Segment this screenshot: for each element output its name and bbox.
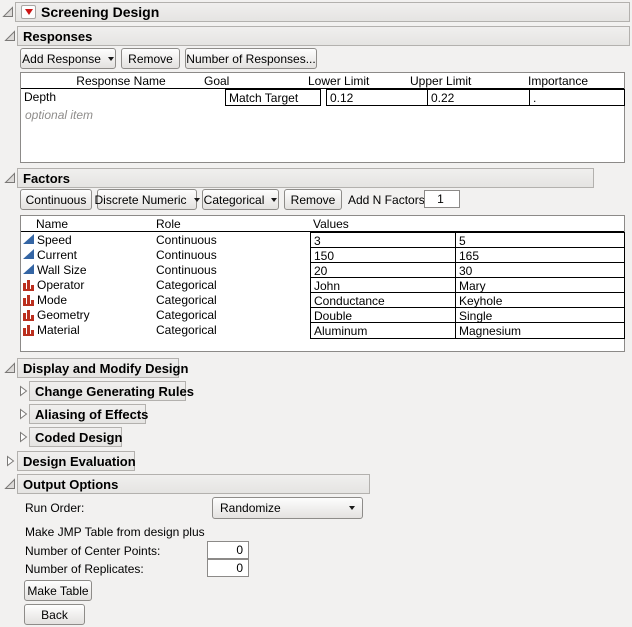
disclosure-expanded-icon[interactable] — [4, 478, 16, 490]
categorical-button-label: Categorical — [204, 193, 265, 207]
add-response-label: Add Response — [22, 52, 101, 66]
center-points-label: Number of Center Points: — [25, 544, 160, 558]
chevron-down-icon — [349, 506, 355, 510]
factors-table-header: Name Role Values — [21, 216, 624, 232]
continuous-button-label: Continuous — [26, 193, 87, 207]
make-jmp-table-label: Make JMP Table from design plus — [25, 525, 205, 539]
col-name: Name — [36, 217, 68, 231]
run-order-label: Run Order: — [25, 501, 84, 515]
center-points-input[interactable] — [207, 541, 249, 559]
continuous-factor-button[interactable]: Continuous — [20, 189, 92, 210]
display-modify-label: Display and Modify Design — [23, 361, 188, 376]
discrete-numeric-button[interactable]: Discrete Numeric — [97, 189, 197, 210]
disclosure-collapsed-icon[interactable] — [17, 408, 29, 420]
outline-header-change-generating-rules[interactable]: Change Generating Rules — [29, 381, 186, 401]
number-of-responses-button[interactable]: Number of Responses... — [185, 48, 317, 69]
response-goal-cell[interactable]: Match Target — [225, 89, 321, 106]
disclosure-expanded-icon[interactable] — [4, 362, 16, 374]
number-of-responses-label: Number of Responses... — [186, 52, 315, 66]
response-importance-cell[interactable]: . — [529, 89, 625, 106]
discrete-numeric-label: Discrete Numeric — [95, 193, 187, 207]
response-name-cell[interactable]: Depth — [21, 89, 221, 106]
categorical-factor-button[interactable]: Categorical — [202, 189, 279, 210]
disclosure-expanded-icon[interactable] — [2, 6, 14, 18]
remove-response-button[interactable]: Remove — [121, 48, 180, 69]
outline-header-aliasing-of-effects[interactable]: Aliasing of Effects — [29, 404, 146, 424]
outline-header-design-evaluation[interactable]: Design Evaluation — [17, 451, 135, 471]
responses-header-label: Responses — [23, 29, 92, 44]
col-goal: Goal — [204, 74, 229, 88]
chevron-down-icon — [271, 198, 277, 202]
replicates-input[interactable] — [207, 559, 249, 577]
col-values: Values — [313, 217, 349, 231]
responses-table-header: Response Name Goal Lower Limit Upper Lim… — [21, 73, 624, 89]
factor-value2-cell[interactable]: Magnesium — [455, 322, 625, 339]
factor-value1-cell[interactable]: Aluminum — [310, 322, 456, 339]
outline-header-factors[interactable]: Factors — [17, 168, 594, 188]
back-button[interactable]: Back — [24, 604, 85, 625]
response-row: Depth Match Target 0.12 0.22 . — [21, 89, 624, 106]
chevron-down-icon — [108, 57, 114, 61]
outline-header-screening-design[interactable]: Screening Design — [15, 2, 630, 22]
response-upper-limit-cell[interactable]: 0.22 — [427, 89, 530, 106]
make-table-label: Make Table — [27, 584, 88, 598]
factor-role-cell: Categorical — [153, 322, 303, 339]
col-response-name: Response Name — [21, 74, 221, 88]
red-triangle-menu-button[interactable] — [21, 5, 36, 19]
aliasing-of-effects-label: Aliasing of Effects — [35, 407, 148, 422]
outline-header-display-modify-design[interactable]: Display and Modify Design — [17, 358, 179, 378]
output-options-label: Output Options — [23, 477, 118, 492]
make-table-button[interactable]: Make Table — [24, 580, 92, 601]
add-response-button[interactable]: Add Response — [20, 48, 116, 69]
remove-factor-button[interactable]: Remove — [284, 189, 342, 210]
run-order-dropdown[interactable]: Randomize — [212, 497, 363, 519]
outline-header-responses[interactable]: Responses — [17, 26, 630, 46]
remove-response-label: Remove — [128, 52, 173, 66]
col-role: Role — [156, 217, 181, 231]
remove-factor-label: Remove — [291, 193, 336, 207]
factors-header-label: Factors — [23, 171, 70, 186]
red-triangle-icon — [25, 9, 33, 15]
replicates-label: Number of Replicates: — [25, 562, 144, 576]
col-upper-limit: Upper Limit — [410, 74, 471, 88]
factor-row: Material Categorical Aluminum Magnesium — [21, 322, 624, 339]
change-generating-rules-label: Change Generating Rules — [35, 384, 194, 399]
screening-design-window: Screening Design Responses Add Response … — [0, 0, 632, 627]
col-lower-limit: Lower Limit — [308, 74, 369, 88]
add-n-factors-label: Add N Factors — [348, 193, 425, 207]
design-evaluation-label: Design Evaluation — [23, 454, 136, 469]
response-lower-limit-cell[interactable]: 0.12 — [326, 89, 428, 106]
disclosure-collapsed-icon[interactable] — [17, 431, 29, 443]
chevron-down-icon — [194, 198, 200, 202]
factors-table: Name Role Values Speed Continuous 3 5 Cu… — [20, 215, 625, 352]
add-n-factors-input[interactable] — [424, 190, 460, 208]
disclosure-expanded-icon[interactable] — [4, 172, 16, 184]
coded-design-label: Coded Design — [35, 430, 122, 445]
back-label: Back — [41, 608, 68, 622]
disclosure-collapsed-icon[interactable] — [4, 455, 16, 467]
responses-table: Response Name Goal Lower Limit Upper Lim… — [20, 72, 625, 163]
disclosure-collapsed-icon[interactable] — [17, 385, 29, 397]
outline-header-output-options[interactable]: Output Options — [17, 474, 370, 494]
page-title: Screening Design — [41, 4, 159, 20]
outline-header-coded-design[interactable]: Coded Design — [29, 427, 122, 447]
optional-item-hint: optional item — [25, 108, 93, 122]
col-importance: Importance — [528, 74, 588, 88]
factor-name-cell[interactable]: Material — [34, 322, 154, 339]
disclosure-expanded-icon[interactable] — [4, 30, 16, 42]
run-order-value: Randomize — [220, 501, 281, 515]
